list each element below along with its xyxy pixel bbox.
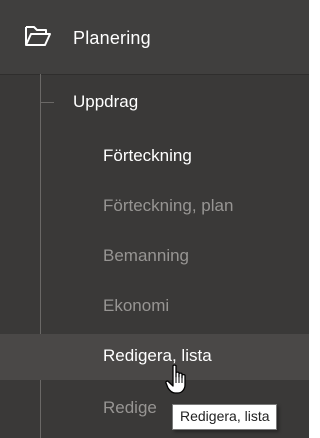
nav-item-ekonomi[interactable]: Ekonomi (103, 296, 169, 316)
nav-item-bemanning[interactable]: Bemanning (103, 246, 189, 266)
sidebar-nav: Planering Uppdrag Förteckning Förtecknin… (0, 0, 309, 438)
nav-header-label: Planering (73, 28, 151, 48)
nav-section-uppdrag[interactable]: Uppdrag (73, 92, 138, 112)
hand-pointer-cursor-icon (165, 364, 186, 394)
nav-item-forteckning[interactable]: Förteckning (103, 146, 192, 166)
tooltip: Redigera, lista (172, 404, 277, 430)
nav-item-redigera-lista[interactable]: Redigera, lista (103, 346, 212, 366)
nav-header-planering[interactable]: Planering (0, 0, 309, 75)
tree-connector-horizontal (40, 102, 54, 103)
tree-connector-vertical (40, 74, 41, 438)
nav-item-redigera-partial[interactable]: Redige (103, 398, 157, 418)
nav-item-forteckning-plan[interactable]: Förteckning, plan (103, 196, 233, 216)
folder-open-icon (25, 26, 51, 46)
